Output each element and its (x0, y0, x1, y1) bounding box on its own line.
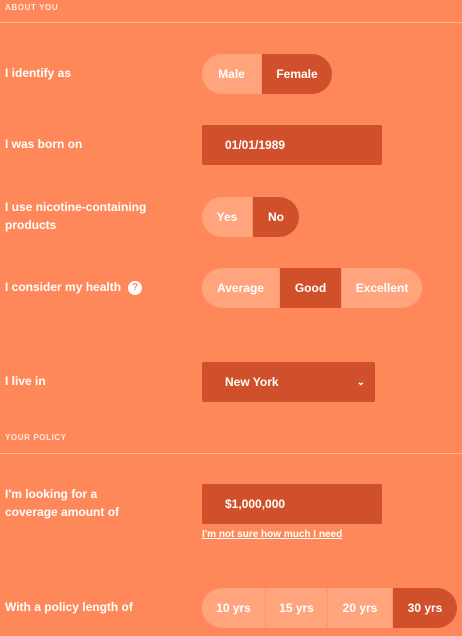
health-label-row: I consider my health? (5, 278, 143, 296)
health-segmented-control: Average Good Excellent (202, 268, 422, 308)
gender-label: I identify as (5, 66, 72, 80)
location-select[interactable]: New York ⌄ (202, 362, 375, 402)
gender-option-female[interactable]: Female (261, 54, 332, 94)
policy-length-segmented-control: 10 yrs 15 yrs 20 yrs 30 yrs (202, 588, 457, 628)
gender-option-male[interactable]: Male (202, 54, 261, 94)
chevron-down-icon: ⌄ (356, 376, 365, 388)
divider (0, 22, 462, 23)
birth-date-input[interactable]: 01/01/1989 (202, 125, 382, 165)
nicotine-option-yes[interactable]: Yes (202, 197, 252, 237)
length-option-30-yrs[interactable]: 30 yrs (392, 588, 457, 628)
section-title-your-policy: YOUR POLICY (5, 433, 67, 442)
health-option-good[interactable]: Good (279, 268, 341, 308)
length-option-20-yrs[interactable]: 20 yrs (327, 588, 392, 628)
nicotine-option-no[interactable]: No (252, 197, 299, 237)
gender-segmented-control: Male Female (202, 54, 332, 94)
divider (0, 453, 462, 454)
health-option-excellent[interactable]: Excellent (341, 268, 422, 308)
length-option-10-yrs[interactable]: 10 yrs (202, 588, 265, 628)
location-value: New York (225, 375, 279, 389)
nicotine-segmented-control: Yes No (202, 197, 299, 237)
health-option-average[interactable]: Average (202, 268, 279, 308)
coverage-amount-input[interactable]: $1,000,000 (202, 484, 382, 524)
policy-length-label: With a policy length of (5, 600, 133, 614)
help-icon[interactable]: ? (128, 281, 143, 295)
coverage-label: I'm looking for a coverage amount of (5, 487, 120, 519)
length-option-15-yrs[interactable]: 15 yrs (265, 588, 327, 628)
coverage-help-link[interactable]: I'm not sure how much I need (202, 529, 342, 540)
nicotine-label: I use nicotine-containing products (5, 200, 147, 232)
section-title-about-you: ABOUT YOU (5, 3, 59, 12)
location-label: I live in (5, 374, 46, 388)
birth-date-label: I was born on (5, 137, 83, 151)
health-label: I consider my health (5, 280, 122, 294)
